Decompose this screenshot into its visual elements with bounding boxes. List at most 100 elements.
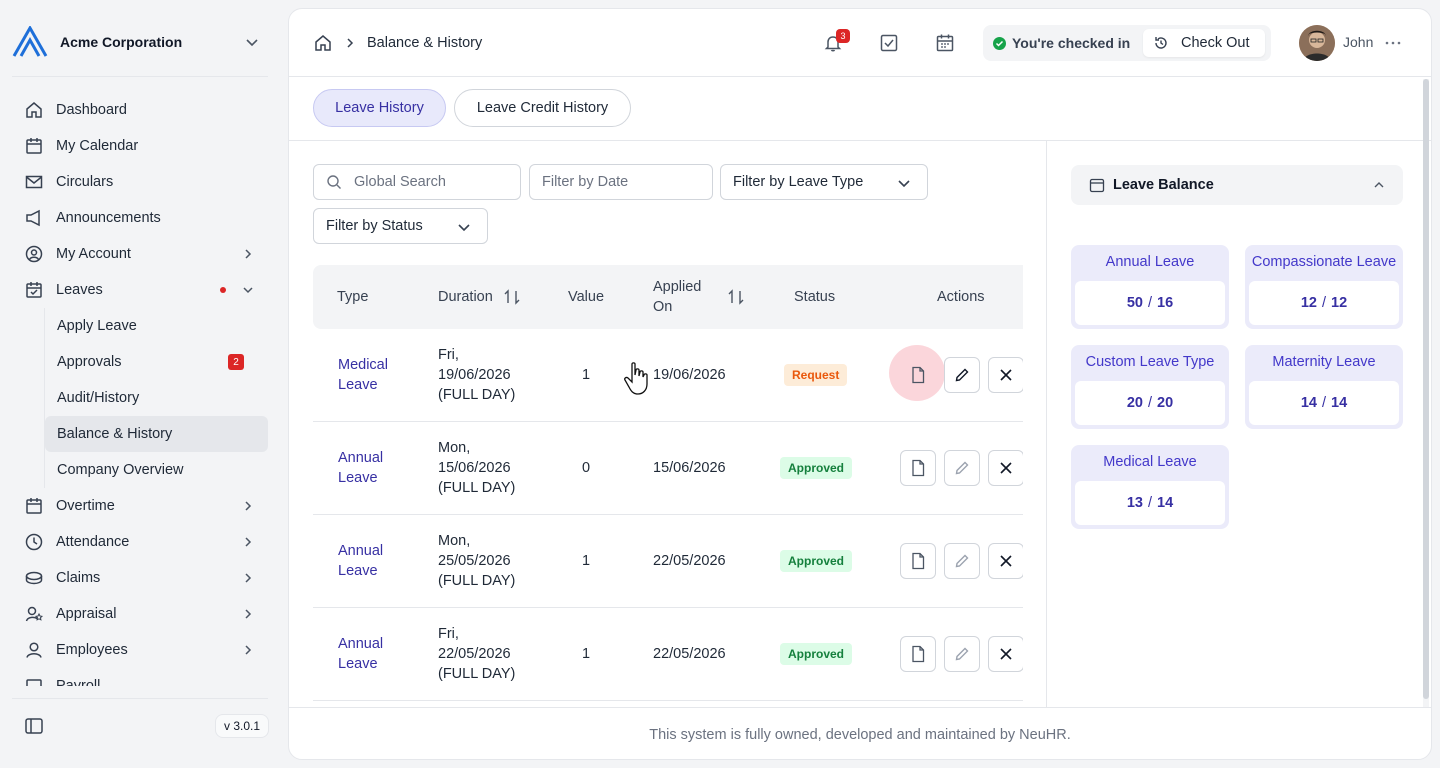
cancel-button[interactable]: [988, 543, 1023, 579]
column-header-status: Status: [794, 289, 836, 305]
avatar[interactable]: [1299, 25, 1335, 61]
sidebar-subitem-audit-history[interactable]: Audit/History: [45, 380, 268, 416]
calendar-icon[interactable]: [935, 33, 955, 53]
sidebar-item-label: Payroll: [56, 678, 101, 686]
header-line: Applied: [653, 279, 702, 295]
sidebar-item-my-account[interactable]: My Account: [12, 236, 268, 272]
sidebar-item-circulars[interactable]: Circulars: [12, 164, 268, 200]
leave-balance-header[interactable]: Leave Balance: [1071, 165, 1403, 205]
sidebar-item-my-calendar[interactable]: My Calendar: [12, 128, 268, 164]
leave-balance-card: Compassionate Leave 12/12: [1245, 245, 1403, 329]
edit-button[interactable]: [944, 357, 980, 393]
scrollbar[interactable]: [1423, 79, 1429, 707]
leave-type-link[interactable]: Annual Leave: [338, 422, 383, 514]
balance-total: 12: [1331, 295, 1348, 311]
leave-type-link[interactable]: Medical Leave: [338, 329, 388, 421]
column-header-applied-on[interactable]: Applied On: [653, 265, 745, 329]
sidebar-item-overtime[interactable]: Overtime: [12, 488, 268, 524]
cancel-button[interactable]: [988, 450, 1023, 486]
cell-text: Fri, 19/06/2026 (FULL DAY): [438, 345, 515, 405]
view-document-button[interactable]: [900, 636, 936, 672]
hand-cursor-icon: [624, 362, 648, 395]
leave-type-link[interactable]: Annual Leave: [338, 515, 383, 607]
cancel-button[interactable]: [988, 357, 1023, 393]
document-icon: [912, 552, 925, 570]
sort-icon[interactable]: [503, 288, 521, 306]
sidebar-item-attendance[interactable]: Attendance: [12, 524, 268, 560]
breadcrumb-current: Balance & History: [367, 35, 483, 51]
sidebar-item-label: Balance & History: [57, 426, 173, 442]
checkin-status: You're checked in Check Out: [983, 25, 1271, 61]
view-document-button[interactable]: [900, 450, 936, 486]
chevron-right-icon: [347, 38, 354, 48]
sort-icon[interactable]: [727, 288, 745, 306]
sidebar-subitem-approvals[interactable]: Approvals 2: [45, 344, 268, 380]
home-icon[interactable]: [313, 33, 333, 53]
tab-leave-credit-history[interactable]: Leave Credit History: [454, 89, 631, 127]
status-cell: Request: [784, 329, 848, 421]
column-header-duration[interactable]: Duration: [438, 265, 521, 329]
leave-balance-card-name: Medical Leave: [1103, 454, 1197, 470]
status-cell: Approved: [780, 608, 853, 700]
leave-type-select[interactable]: Filter by Leave Type: [720, 164, 928, 200]
edit-button[interactable]: [944, 543, 980, 579]
sidebar-item-employees[interactable]: Employees: [12, 632, 268, 668]
cancel-button[interactable]: [988, 636, 1023, 672]
duration-cell: Fri, 22/05/2026 (FULL DAY): [438, 608, 515, 700]
chevron-down-icon: [246, 39, 258, 47]
sidebar-subitem-company-overview[interactable]: Company Overview: [45, 452, 268, 488]
sidebar-item-appraisal[interactable]: Appraisal: [12, 596, 268, 632]
check-out-button[interactable]: Check Out: [1143, 29, 1265, 57]
leaves-submenu: Apply Leave Approvals 2 Audit/History Bal…: [44, 308, 268, 488]
sidebar-item-dashboard[interactable]: Dashboard: [12, 92, 268, 128]
sidebar-item-claims[interactable]: Claims: [12, 560, 268, 596]
notification-dot: [220, 287, 226, 293]
sidebar-subitem-apply-leave[interactable]: Apply Leave: [45, 308, 268, 344]
balance-used: 50: [1126, 295, 1143, 311]
leave-balance-card-value: 20/20: [1075, 381, 1225, 425]
edit-button[interactable]: [944, 636, 980, 672]
balance-separator: /: [1147, 395, 1153, 411]
cell-line: (FULL DAY): [438, 387, 516, 403]
sidebar-item-label: Attendance: [56, 534, 130, 550]
cell-line: Fri,: [438, 347, 459, 363]
applied-on-cell: 22/05/2026: [653, 646, 726, 662]
sidebar-subitem-balance-history[interactable]: Balance & History: [45, 416, 268, 452]
user-name[interactable]: John: [1343, 34, 1373, 50]
cell-text: Medical Leave: [338, 355, 388, 395]
leave-balance-card-name: Annual Leave: [1105, 254, 1195, 270]
view-document-button[interactable]: [900, 357, 936, 393]
date-filter-input[interactable]: Filter by Date: [529, 164, 713, 200]
sidebar-item-label: My Calendar: [56, 138, 139, 154]
view-document-button[interactable]: [900, 543, 936, 579]
sidebar-item-announcements[interactable]: Announcements: [12, 200, 268, 236]
leave-balance-card: Maternity Leave 14/14: [1245, 345, 1403, 429]
main-panel: Balance & History 3 You're checked in Ch…: [288, 8, 1432, 760]
checkin-status-text: You're checked in: [1012, 35, 1131, 51]
sidebar-item-payroll[interactable]: Payroll: [12, 668, 268, 686]
search-input[interactable]: Global Search: [313, 164, 521, 200]
calendar-clock-icon: [24, 496, 44, 516]
scrollbar-thumb[interactable]: [1423, 79, 1429, 699]
panel-divider: [1046, 141, 1047, 707]
column-header-label: Duration: [438, 289, 493, 305]
footer: This system is fully owned, developed an…: [289, 707, 1431, 759]
leave-balance-card: Annual Leave 50/16: [1071, 245, 1229, 329]
balance-separator: /: [1147, 495, 1153, 511]
status-select[interactable]: Filter by Status: [313, 208, 488, 244]
leave-balance-card-name: Maternity Leave: [1272, 354, 1376, 370]
cell-line: Medical: [338, 357, 388, 373]
tab-leave-history[interactable]: Leave History: [313, 89, 446, 127]
leave-type-link[interactable]: Annual Leave: [338, 608, 383, 700]
table-row: Annual Leave Fri, 22/05/2026 (FULL DAY) 1 2…: [313, 608, 1023, 701]
more-icon[interactable]: [1383, 33, 1403, 53]
balance-total: 20: [1157, 395, 1174, 411]
edit-button[interactable]: [944, 450, 980, 486]
tabs-bar: Leave History Leave Credit History: [289, 77, 1431, 141]
chevron-right-icon: [245, 645, 252, 655]
sidebar-item-leaves[interactable]: Leaves: [12, 272, 268, 308]
org-switcher[interactable]: Acme Corporation: [12, 22, 268, 62]
check-circle-icon: [993, 36, 1006, 50]
checkbox-icon[interactable]: [879, 33, 899, 53]
sidebar-toggle-icon[interactable]: [24, 716, 44, 736]
